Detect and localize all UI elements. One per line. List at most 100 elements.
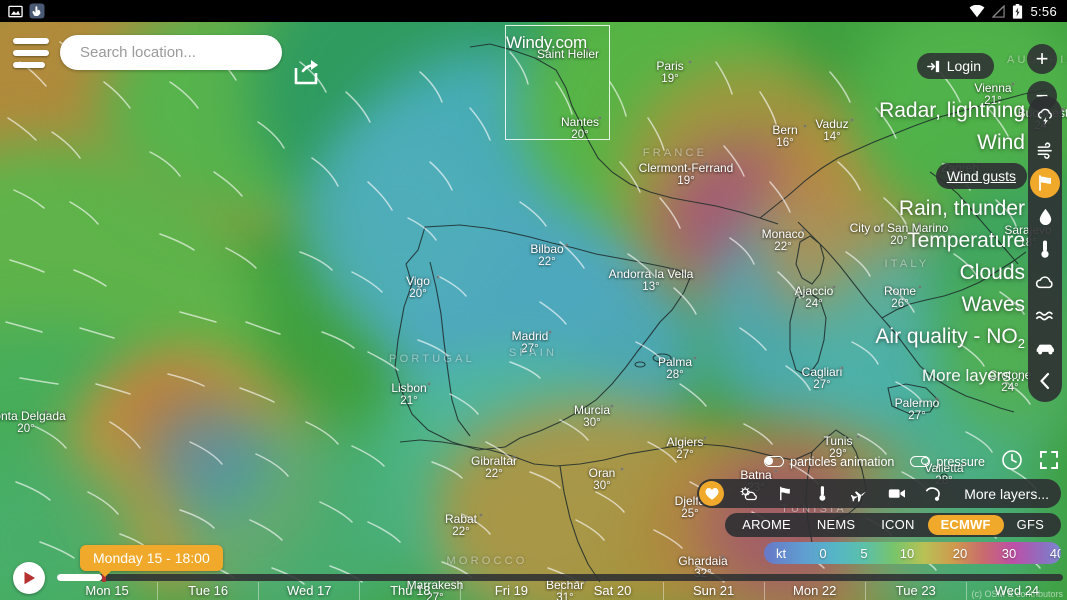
pressure-toggle-switch[interactable] (910, 456, 931, 467)
city-dot (427, 382, 431, 386)
layer-menu-item[interactable]: Wind (977, 130, 1027, 156)
city-dot (586, 48, 590, 52)
weather-model-selector: AROME NEMS ICON ECMWF GFS (725, 513, 1061, 537)
layer-menu-item[interactable]: Radar, lightning (879, 98, 1027, 124)
hamburger-menu-icon[interactable] (13, 38, 49, 68)
layer-menu-item[interactable]: Wind gusts (935, 163, 1027, 189)
collapse-chevron-icon[interactable] (1030, 366, 1060, 396)
timeline-day[interactable]: Sun 21 (662, 582, 764, 600)
play-button[interactable] (13, 562, 45, 594)
city-dot (1011, 82, 1015, 86)
city-dot (669, 268, 673, 272)
city-dot (693, 356, 697, 360)
city-dot (598, 116, 602, 120)
timeline-day[interactable]: Fri 19 (460, 582, 561, 600)
city-dot (479, 513, 483, 517)
layer-icon-rail (1028, 96, 1062, 402)
particles-animation-toggle[interactable]: particles animation (764, 455, 894, 469)
pressure-toggle[interactable]: pressure (910, 455, 985, 469)
search-input[interactable] (80, 44, 279, 61)
hand-pointer-icon (29, 3, 45, 19)
model-option-gfs[interactable]: GFS (1004, 515, 1057, 535)
wind-icon[interactable] (1030, 135, 1060, 165)
scale-tick-label: 30 (1001, 545, 1017, 561)
wifi-icon (970, 4, 985, 17)
zoom-in-button[interactable]: + (1027, 44, 1057, 74)
timeline-day[interactable]: Tue 16 (157, 582, 258, 600)
airplane-icon[interactable] (847, 481, 872, 506)
scale-tick-label: 5 (860, 545, 868, 561)
current-time-badge[interactable]: Monday 15 - 18:00 (80, 545, 223, 577)
status-notification-icons (0, 3, 45, 19)
scale-tick-label: 40 (1049, 545, 1061, 561)
login-label: Login (946, 58, 981, 74)
timeline-day[interactable]: Tue 23 (864, 582, 966, 600)
layer-menu-item[interactable]: Clouds (960, 260, 1027, 286)
login-icon (926, 60, 939, 72)
city-dot (610, 404, 614, 408)
wind-gusts-icon[interactable] (1030, 168, 1060, 198)
webcam-icon[interactable] (884, 481, 909, 506)
login-button[interactable]: Login (916, 53, 994, 79)
windy-app: 5:56 Saint Helier Nantes 20° Paris 19° C… (0, 0, 1067, 600)
timeline-day[interactable]: Mon 22 (763, 582, 865, 600)
thermometer-icon[interactable] (810, 481, 835, 506)
layer-menu-item[interactable]: Waves (962, 292, 1027, 318)
wind-flag-icon[interactable] (773, 481, 798, 506)
city-dot (803, 124, 807, 128)
layer-menu-item[interactable]: Air quality - NO2 (875, 324, 1027, 357)
status-system-icons: 5:56 (969, 3, 1067, 19)
city-dot (856, 435, 860, 439)
layer-menu-item[interactable]: Rain, thunder (899, 196, 1027, 222)
model-option-nems[interactable]: NEMS (804, 515, 868, 535)
osm-attribution: (c) OSM & contributors (971, 589, 1063, 599)
timeline-day[interactable]: Mon 15 (57, 582, 157, 600)
layer-menu-label: Air quality - NO (875, 325, 1018, 348)
favorites-heart-icon[interactable] (699, 481, 725, 506)
model-option-arome[interactable]: AROME (729, 515, 804, 535)
fullscreen-icon[interactable] (1039, 450, 1059, 473)
pressure-label: pressure (936, 454, 985, 469)
share-icon[interactable] (292, 58, 320, 86)
more-layers-button[interactable]: More layers... (964, 486, 1049, 502)
map-options-row: particles animation pressure (764, 449, 1061, 474)
battery-icon (1013, 3, 1023, 19)
weather-sun-cloud-icon[interactable] (736, 481, 761, 506)
scale-unit-label: kt (775, 545, 787, 561)
clock-icon[interactable] (1001, 449, 1023, 474)
city-dot (832, 285, 836, 289)
scale-tick-label: 20 (952, 545, 968, 561)
timeline-day[interactable]: Thu 18 (359, 582, 460, 600)
timeline-track[interactable] (57, 573, 1063, 582)
clouds-icon[interactable] (1030, 267, 1060, 297)
layer-menu-item[interactable]: Temperature (907, 228, 1027, 254)
city-dot (840, 366, 844, 370)
model-option-icon[interactable]: ICON (868, 515, 927, 535)
waves-icon[interactable] (1030, 300, 1060, 330)
city-dot (935, 397, 939, 401)
android-status-bar: 5:56 (0, 0, 1067, 22)
scale-tick-label: 10 (899, 545, 915, 561)
city-dot (512, 455, 516, 459)
timeline-day[interactable]: Wed 17 (258, 582, 359, 600)
model-option-ecmwf[interactable]: ECMWF (927, 515, 1004, 535)
layer-menu-item[interactable]: More layers... (922, 363, 1027, 389)
city-dot (850, 118, 854, 122)
city-dot (436, 275, 440, 279)
timeline-day[interactable]: Sat 20 (561, 582, 662, 600)
particles-animation-label: particles animation (790, 454, 895, 469)
paraglider-icon[interactable] (921, 481, 946, 506)
layer-menu-labels: Radar, lightning Wind Wind gusts Rain, thun… (875, 98, 1027, 389)
temperature-icon[interactable] (1030, 234, 1060, 264)
city-dot (44, 410, 48, 414)
scale-tick-label: 0 (819, 545, 827, 561)
rain-thunder-icon[interactable] (1030, 201, 1060, 231)
search-input-container[interactable] (60, 35, 282, 70)
radar-lightning-icon[interactable] (1030, 102, 1060, 132)
city-dot (704, 162, 708, 166)
air-quality-icon[interactable] (1030, 333, 1060, 363)
image-icon (8, 5, 23, 17)
particles-toggle-switch[interactable] (764, 456, 785, 467)
city-dot (620, 467, 624, 471)
signal-icon (992, 4, 1006, 18)
